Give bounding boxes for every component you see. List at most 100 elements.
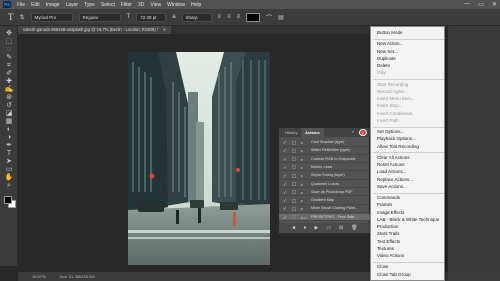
expand-triangle-icon[interactable]: ▸	[301, 172, 303, 179]
dialog-toggle-icon[interactable]	[292, 157, 296, 162]
toggle-check-icon[interactable]: ✓	[283, 139, 287, 146]
record-icon[interactable]: ●	[303, 225, 306, 231]
menu-item-video-actions[interactable]: Video Actions	[377, 253, 404, 258]
dialog-toggle-icon[interactable]	[292, 148, 296, 153]
menu-item-save-actions[interactable]: Save Actions...	[377, 184, 407, 189]
dialog-toggle-icon[interactable]	[292, 173, 296, 178]
close-window-icon[interactable]: ✕	[492, 1, 497, 8]
toggle-check-icon[interactable]: ✓	[283, 147, 287, 154]
menu-item-allow-tool-recording[interactable]: Allow Tool Recording	[377, 144, 419, 149]
expand-triangle-icon[interactable]: ▸	[301, 205, 303, 212]
menu-item-new-set[interactable]: New Set...	[377, 49, 398, 54]
action-row[interactable]: ✓ ▸ Cast Shadow (type)	[279, 139, 371, 147]
hand-tool-icon[interactable]: ✋	[4, 174, 14, 182]
menu-layer[interactable]: Layer	[66, 2, 79, 8]
collapse-panel-icon[interactable]: »	[352, 129, 354, 134]
action-row[interactable]: ✓ ▸ Water Reflection (type)	[279, 147, 371, 155]
menu-view[interactable]: View	[150, 2, 161, 8]
dialog-toggle-icon[interactable]	[292, 206, 296, 211]
dialog-toggle-icon[interactable]	[292, 215, 296, 220]
pen-tool-icon[interactable]: ✒	[4, 142, 14, 150]
menu-item-new-action[interactable]: New Action...	[377, 41, 403, 46]
expand-triangle-icon[interactable]: ▸	[301, 181, 303, 188]
align-left-icon[interactable]: ≡	[218, 14, 222, 20]
menu-item-duplicate[interactable]: Duplicate	[377, 56, 396, 61]
toggle-check-icon[interactable]: ✓	[283, 205, 287, 212]
history-brush-tool-icon[interactable]: ↺	[4, 102, 14, 110]
clone-tool-icon[interactable]: ⊛	[4, 94, 14, 102]
menu-edit[interactable]: Edit	[31, 2, 40, 8]
menu-item-playback-options[interactable]: Playback Options...	[377, 136, 416, 141]
menu-item-close[interactable]: Close	[377, 264, 389, 269]
orientation-toggle-icon[interactable]: ⇅	[20, 14, 25, 21]
menu-type[interactable]: Type	[84, 2, 95, 8]
dialog-toggle-icon[interactable]	[292, 190, 296, 195]
font-size-field[interactable]: 72.38 pt	[136, 12, 167, 22]
character-panel-icon[interactable]: ▤	[278, 14, 284, 21]
antialias-select[interactable]: Sharp	[181, 12, 212, 22]
new-set-icon[interactable]: ▭	[326, 225, 331, 231]
new-action-icon[interactable]: ⊞	[339, 225, 343, 231]
shape-tool-icon[interactable]: ▭	[4, 166, 14, 174]
action-row[interactable]: ✓ ▸ Custom RGB to Grayscale	[279, 156, 371, 164]
zoom-tool-icon[interactable]: ⌕	[4, 182, 14, 190]
expand-triangle-icon[interactable]: ▸	[301, 156, 303, 163]
menu-image[interactable]: Image	[46, 2, 60, 8]
toggle-check-icon[interactable]: ✓	[283, 197, 287, 204]
menu-3d[interactable]: 3D	[138, 2, 144, 8]
document-size[interactable]: Doc: 31.3M/235.1M	[60, 272, 95, 281]
dialog-toggle-icon[interactable]	[292, 198, 296, 203]
toggle-check-icon[interactable]: ✓	[283, 214, 287, 221]
action-row[interactable]: ✓ ▸ Quadrant Colors	[279, 181, 371, 188]
toggle-check-icon[interactable]: ✓	[283, 164, 287, 171]
menu-item-replace-actions[interactable]: Replace Actions...	[377, 177, 413, 182]
menu-item-load-actions[interactable]: Load Actions...	[377, 169, 407, 174]
document-image[interactable]	[128, 52, 270, 265]
menu-item-production[interactable]: Production	[377, 224, 399, 229]
menu-window[interactable]: Window	[167, 2, 185, 8]
type-tool-icon[interactable]: T	[8, 12, 14, 22]
path-select-tool-icon[interactable]: ➤	[4, 158, 14, 166]
menu-filter[interactable]: Filter	[121, 2, 132, 8]
menu-file[interactable]: File	[17, 2, 25, 8]
expand-triangle-icon[interactable]: ▸	[301, 197, 303, 204]
action-row[interactable]: ✓ ▸ Mixer Brush Cloning Paint...	[279, 205, 371, 213]
menu-item-text-effects[interactable]: Text Effects	[377, 239, 400, 244]
dialog-toggle-icon[interactable]	[292, 165, 296, 170]
lasso-tool-icon[interactable]: ◌	[4, 46, 14, 54]
toggle-check-icon[interactable]: ✓	[283, 156, 287, 163]
menu-item-delete[interactable]: Delete	[377, 63, 390, 68]
action-row[interactable]: ✓ ▸ Gradient Map	[279, 197, 371, 205]
menu-item-lab-black-white-technique[interactable]: LAB - Black & White Technique	[377, 217, 439, 222]
dialog-toggle-icon[interactable]	[292, 182, 296, 186]
toggle-check-icon[interactable]: ✓	[283, 181, 287, 188]
zoom-level[interactable]: 16.67%	[32, 272, 46, 281]
menu-item-stars-trails[interactable]: Stars Trails	[377, 231, 400, 236]
expand-triangle-icon[interactable]: ▸	[301, 139, 303, 146]
stop-icon[interactable]: ■	[292, 225, 295, 231]
toggle-check-icon[interactable]: ✓	[283, 189, 287, 196]
menu-select[interactable]: Select	[101, 2, 115, 8]
panel-menu-icon[interactable]: ≡	[359, 129, 367, 136]
dodge-tool-icon[interactable]: ◑	[4, 134, 14, 142]
menu-item-close-tab-group[interactable]: Close Tab Group	[377, 272, 411, 277]
healing-tool-icon[interactable]: ✚	[4, 78, 14, 86]
action-row[interactable]: ✓ ▸ Molten Lead	[279, 164, 371, 172]
font-style-select[interactable]: Regular	[78, 12, 121, 22]
eraser-tool-icon[interactable]: ◪	[4, 110, 14, 118]
foreground-color-swatch[interactable]	[4, 196, 12, 204]
tab-history[interactable]: History	[281, 128, 301, 137]
menu-item-textures[interactable]: Textures	[377, 246, 394, 251]
align-right-icon[interactable]: ≡	[237, 14, 241, 20]
quick-select-tool-icon[interactable]: ✎	[4, 54, 14, 62]
brush-tool-icon[interactable]: ✍	[4, 86, 14, 94]
gradient-tool-icon[interactable]: ▦	[4, 118, 14, 126]
expand-triangle-icon[interactable]: ▸	[301, 164, 303, 171]
menu-item-frames[interactable]: Frames	[377, 202, 392, 207]
expand-triangle-icon[interactable]: ▸▭	[301, 214, 307, 221]
crop-tool-icon[interactable]: ⌗	[4, 62, 14, 70]
text-color-swatch[interactable]	[246, 12, 261, 22]
menu-item-image-effects[interactable]: Image Effects	[377, 210, 404, 215]
menu-item-button-mode[interactable]: Button Mode	[377, 30, 403, 35]
action-row[interactable]: ✓ ▸▭ PRESETPRO - Free Sale...	[279, 213, 371, 222]
